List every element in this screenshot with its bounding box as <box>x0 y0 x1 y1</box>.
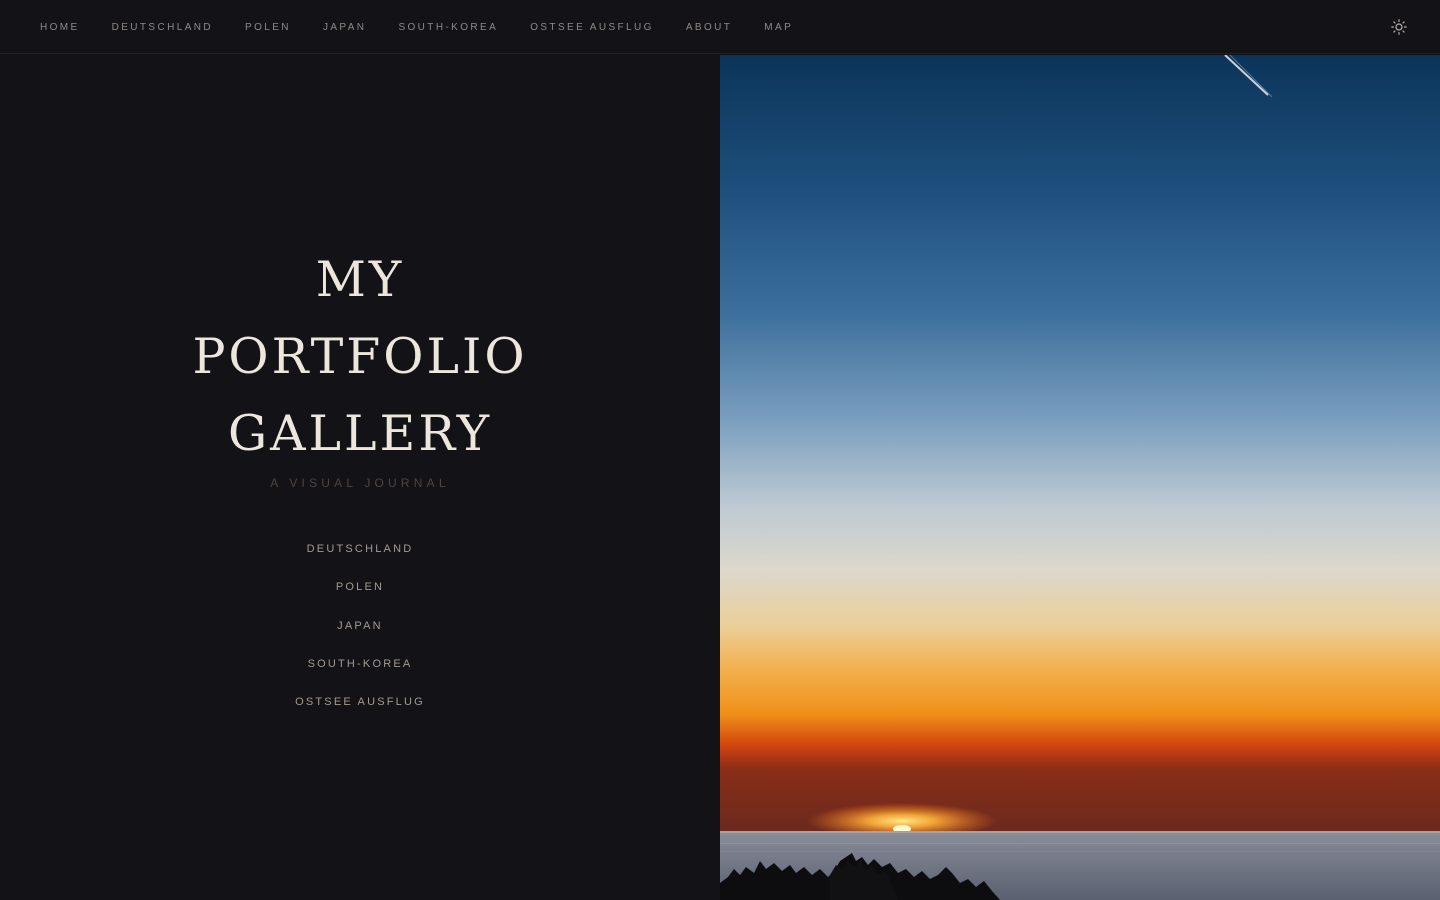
gallery-link-south-korea[interactable]: SOUTH-KOREA <box>0 656 720 694</box>
nav-item-ostsee-ausflug[interactable]: OSTSEE AUSFLUG <box>530 22 654 33</box>
theme-toggle-button[interactable] <box>1389 17 1409 37</box>
intro-panel: MY PORTFOLIO GALLERY A VISUAL JOURNAL DE… <box>0 55 720 900</box>
sun-icon <box>1391 19 1407 35</box>
nav-item-deutschland[interactable]: DEUTSCHLAND <box>112 22 213 33</box>
nav-item-polen[interactable]: POLEN <box>245 22 291 33</box>
gallery-link-ostsee-ausflug[interactable]: OSTSEE AUSFLUG <box>0 694 720 732</box>
gallery-link-polen[interactable]: POLEN <box>0 579 720 617</box>
top-navigation-bar: HOME DEUTSCHLAND POLEN JAPAN SOUTH-KOREA… <box>0 0 1440 54</box>
gallery-link-deutschland[interactable]: DEUTSCHLAND <box>0 541 720 579</box>
title-line-3: GALLERY <box>227 405 493 462</box>
page-title: MY PORTFOLIO GALLERY <box>0 241 720 472</box>
top-nav-menu: HOME DEUTSCHLAND POLEN JAPAN SOUTH-KOREA… <box>40 0 793 54</box>
nav-item-map[interactable]: MAP <box>764 22 793 33</box>
nav-item-home[interactable]: HOME <box>40 22 80 33</box>
gallery-link-japan[interactable]: JAPAN <box>0 618 720 656</box>
nav-item-about[interactable]: ABOUT <box>686 22 732 33</box>
hero-photo-sunset-over-sea <box>720 55 1440 900</box>
title-line-2: PORTFOLIO <box>192 328 528 385</box>
gallery-link-list: DEUTSCHLAND POLEN JAPAN SOUTH-KOREA OSTS… <box>0 541 720 732</box>
nav-item-south-korea[interactable]: SOUTH-KOREA <box>398 22 498 33</box>
title-line-1: MY <box>315 251 405 308</box>
page-subtitle: A VISUAL JOURNAL <box>270 476 450 490</box>
nav-item-japan[interactable]: JAPAN <box>323 22 367 33</box>
